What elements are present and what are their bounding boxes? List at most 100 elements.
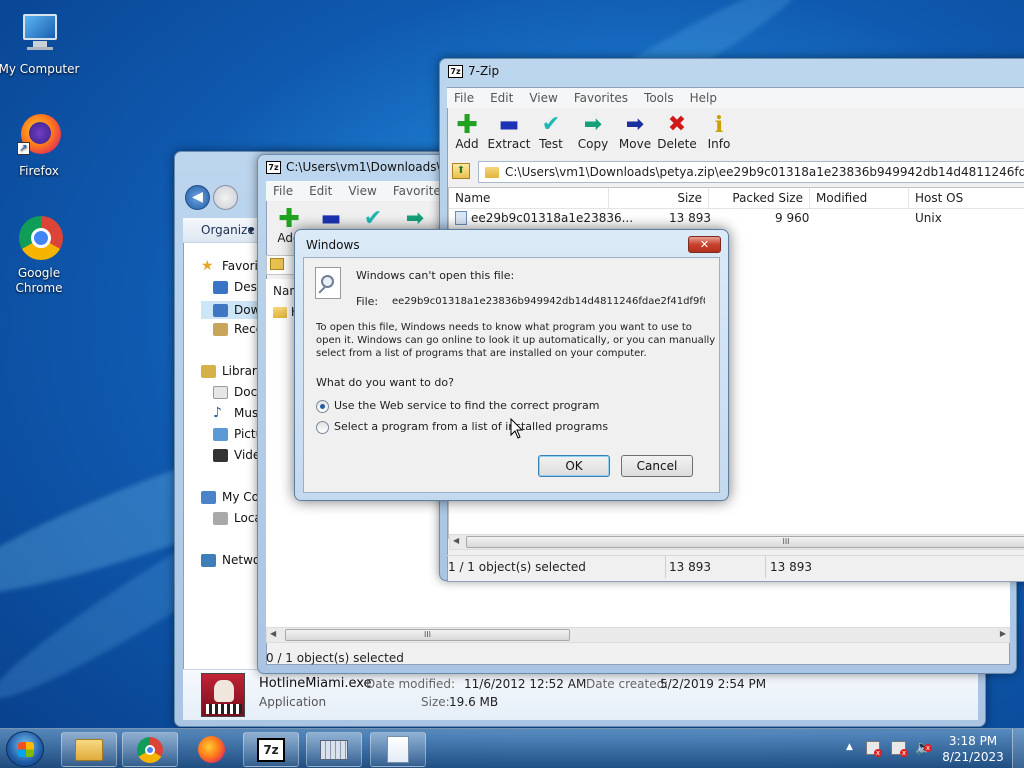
menu-edit[interactable]: Edit <box>490 91 513 105</box>
test-button[interactable]: ✔ Test <box>530 112 572 152</box>
taskbar-7zip[interactable]: 7z <box>243 732 299 767</box>
details-date-modified-label: Date modified: <box>366 677 456 691</box>
nav-item-downloads[interactable]: Dow <box>201 301 261 319</box>
folder-icon <box>273 307 287 318</box>
add-button[interactable]: ✚ Add <box>446 112 488 151</box>
taskbar: 7z ▲ x x 🔈x 3:18 PM 8/21/2023 <box>0 728 1024 768</box>
clock[interactable]: 3:18 PM 8/21/2023 <box>940 733 1006 765</box>
file-list-header: Name Size Packed Size Modified Host OS <box>449 188 1024 209</box>
desktop-icon-chrome[interactable]: Google Chrome <box>0 214 84 296</box>
details-file-type: Application <box>259 695 327 709</box>
details-file-name: HotlineMiami.exe <box>259 676 372 691</box>
menu-file[interactable]: File <box>454 91 474 105</box>
status-packed: 13 893 <box>770 560 812 574</box>
move-arrow-icon: ➡ <box>625 112 645 137</box>
minus-icon: ▬ <box>498 112 520 137</box>
status-size: 13 893 <box>669 560 711 574</box>
action-center-icon[interactable]: x <box>866 741 882 757</box>
menu-tools[interactable]: Tools <box>644 91 674 105</box>
desktop-icon-label: Firefox <box>19 164 59 178</box>
nav-item-local-disk[interactable]: Loca <box>213 511 261 525</box>
copy-arrow-icon: ➡ <box>583 112 603 137</box>
show-hidden-icons-button[interactable]: ▲ <box>846 742 853 752</box>
column-host-os[interactable]: Host OS <box>909 188 1024 208</box>
nav-item-recent[interactable]: Rece <box>213 322 261 336</box>
menu-file[interactable]: File <box>273 184 293 198</box>
keyboard-icon <box>320 739 348 760</box>
taskbar-firefox[interactable] <box>183 732 239 767</box>
volume-muted-icon[interactable]: 🔈x <box>915 740 932 756</box>
radio-selected[interactable] <box>316 399 329 413</box>
status-bar: 0 / 1 object(s) selected <box>266 651 404 665</box>
folder-icon <box>485 167 499 178</box>
horizontal-scrollbar[interactable]: III ◀ ▶ <box>266 627 1010 643</box>
option-web-service[interactable]: Use the Web service to find the correct … <box>316 399 599 413</box>
desktop-icon-label: My Computer <box>0 62 80 76</box>
horizontal-scrollbar[interactable]: III ◀ <box>449 534 1024 550</box>
back-button[interactable]: ◀ <box>185 185 210 210</box>
close-button[interactable]: ✕ <box>688 236 721 253</box>
nav-item-computer[interactable]: My Co <box>201 490 259 504</box>
column-modified[interactable]: Modified <box>810 188 909 208</box>
delete-button[interactable]: ✖ Delete <box>656 113 698 152</box>
ok-button[interactable]: OK <box>538 455 610 477</box>
radio-unselected[interactable] <box>316 420 329 434</box>
menu-help[interactable]: Help <box>690 91 717 105</box>
window-title: C:\Users\vm1\Downloads\Ho <box>286 160 457 174</box>
organize-button[interactable]: Organize <box>201 223 255 237</box>
column-packed-size[interactable]: Packed Size <box>709 188 810 208</box>
network-icon <box>201 553 216 567</box>
file-label: File: <box>356 295 379 308</box>
table-row[interactable]: ee29b9c01318a1e23836... 13 893 9 960 Uni… <box>449 209 1024 228</box>
star-icon: ★ <box>201 257 214 274</box>
pictures-icon <box>213 427 228 441</box>
menu-view[interactable]: View <box>348 184 376 198</box>
menu-edit[interactable]: Edit <box>309 184 332 198</box>
info-button[interactable]: i Info <box>698 113 740 151</box>
chrome-icon <box>15 214 63 262</box>
nav-item-libraries[interactable]: Librari <box>201 364 260 378</box>
status-bar: 1 / 1 object(s) selected 13 893 13 893 <box>447 555 1024 579</box>
extract-button[interactable]: ▬ Extract <box>488 112 531 152</box>
up-folder-icon[interactable] <box>270 258 284 270</box>
cancel-button[interactable]: Cancel <box>621 455 693 477</box>
nav-item-documents[interactable]: Docu <box>213 385 261 399</box>
7zip-icon: 7z <box>266 160 281 174</box>
music-icon: ♪ <box>213 404 222 421</box>
row-host-os: Unix <box>915 211 942 225</box>
info-icon: i <box>714 112 724 138</box>
up-folder-button[interactable]: ⬆ <box>452 163 470 179</box>
window-title: 7-Zip <box>468 64 500 78</box>
nav-item-pictures[interactable]: Pictu <box>213 427 261 441</box>
nav-item-favorites[interactable]: ★ Favori <box>201 257 258 274</box>
mouse-cursor <box>510 418 524 439</box>
check-icon: ✔ <box>541 112 561 137</box>
disk-icon <box>213 511 228 525</box>
option-installed-programs[interactable]: Select a program from a list of installe… <box>316 420 608 434</box>
show-desktop-button[interactable] <box>1012 729 1024 768</box>
network-status-icon[interactable]: x <box>891 741 908 757</box>
menu-view[interactable]: View <box>529 91 557 105</box>
path-field[interactable]: C:\Users\vm1\Downloads\petya.zip\ee29b9c… <box>478 161 1024 183</box>
magnifier-document-icon <box>315 267 341 299</box>
column-size[interactable]: Size <box>609 188 709 208</box>
open-with-dialog[interactable]: Windows ✕ Windows can't open this file: … <box>294 229 729 501</box>
nav-item-videos[interactable]: Vide <box>213 448 260 462</box>
start-button[interactable] <box>6 731 44 767</box>
desktop-icon-my-computer[interactable]: My Computer <box>0 10 84 76</box>
taskbar-keyboard[interactable] <box>306 732 362 767</box>
desktop-icon-firefox[interactable]: ↗ Firefox <box>0 112 84 178</box>
forward-button[interactable] <box>213 185 238 210</box>
nav-item-desktop[interactable]: Desk <box>213 280 261 294</box>
taskbar-notepad[interactable] <box>370 732 426 767</box>
column-name[interactable]: Name <box>449 188 609 208</box>
plus-icon: ✚ <box>278 204 300 234</box>
move-button[interactable]: ➡ Move <box>614 112 656 152</box>
taskbar-explorer[interactable] <box>61 732 117 767</box>
dialog-heading: Windows can't open this file: <box>356 269 515 282</box>
nav-item-network[interactable]: Netwo <box>201 553 260 567</box>
menu-favorites[interactable]: Favorites <box>574 91 628 105</box>
nav-item-music[interactable]: ♪ Mus <box>213 404 258 421</box>
taskbar-chrome[interactable] <box>122 732 178 767</box>
copy-button[interactable]: ➡ Copy <box>572 112 614 152</box>
